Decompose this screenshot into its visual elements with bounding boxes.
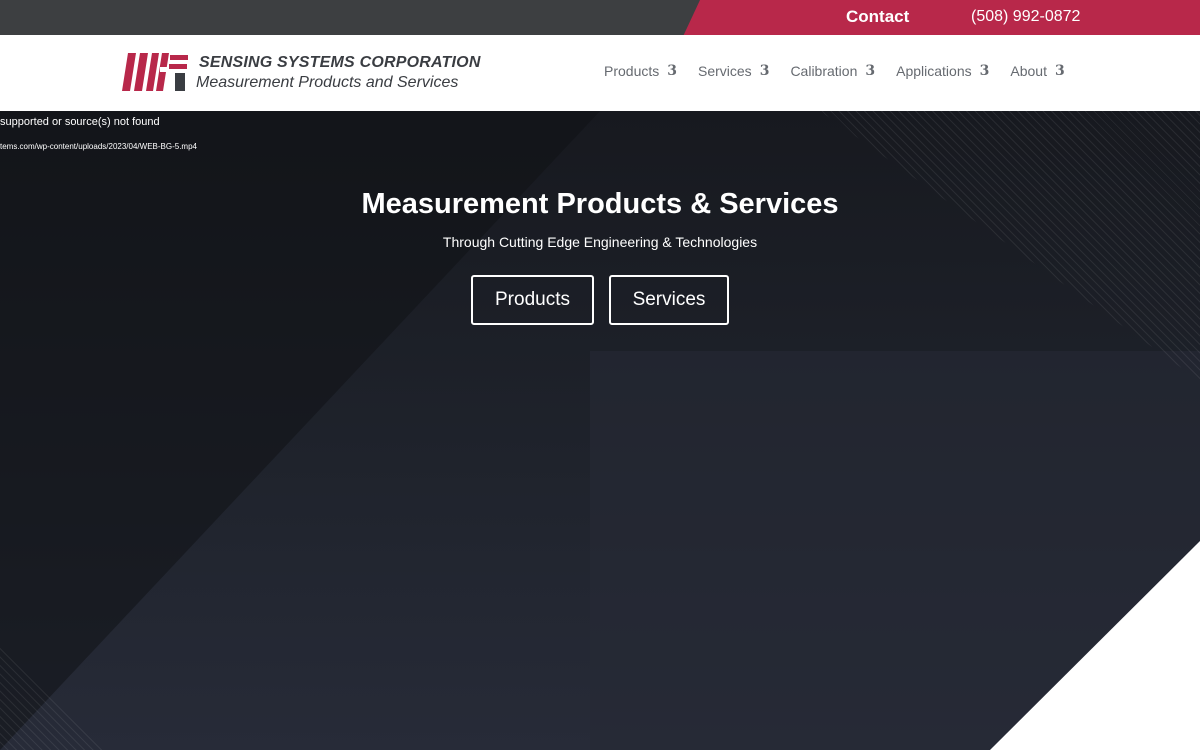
nav-label: About xyxy=(1010,63,1047,79)
top-bar: Contact (508) 992-0872 xyxy=(0,0,1200,35)
chevron-down-icon: 3 xyxy=(865,63,876,79)
chevron-down-icon: 3 xyxy=(667,63,677,79)
chevron-down-icon: 3 xyxy=(979,63,990,79)
main-nav: Products 3 Services 3 Calibration 3 Appl… xyxy=(604,63,1065,79)
hero-title: Measurement Products & Services xyxy=(361,188,839,220)
nav-item-calibration[interactable]: Calibration 3 xyxy=(790,63,875,79)
ssc-logo-icon[interactable] xyxy=(122,53,190,91)
nav-item-about[interactable]: About 3 xyxy=(1010,63,1064,79)
phone-link[interactable]: (508) 992-0872 xyxy=(971,8,1080,26)
brand-name[interactable]: SENSING SYSTEMS CORPORATION xyxy=(199,54,481,72)
topbar-accent xyxy=(683,0,1200,35)
nav-label: Calibration xyxy=(790,63,858,79)
contact-link[interactable]: Contact xyxy=(846,7,909,27)
nav-item-applications[interactable]: Applications 3 xyxy=(896,63,989,79)
video-error-text: supported or source(s) not found xyxy=(0,116,160,128)
nav-item-products[interactable]: Products 3 xyxy=(604,63,677,79)
services-button[interactable]: Services xyxy=(609,275,729,325)
chevron-down-icon: 3 xyxy=(759,63,770,79)
nav-item-services[interactable]: Services 3 xyxy=(698,63,769,79)
products-button[interactable]: Products xyxy=(471,275,594,325)
video-url-text: tems.com/wp-content/uploads/2023/04/WEB-… xyxy=(0,142,197,151)
site-header: SENSING SYSTEMS CORPORATION Measurement … xyxy=(0,35,1200,111)
nav-label: Applications xyxy=(896,63,972,79)
nav-label: Products xyxy=(604,63,660,79)
chevron-down-icon: 3 xyxy=(1054,63,1065,79)
brand-tagline: Measurement Products and Services xyxy=(196,74,459,91)
nav-label: Services xyxy=(698,63,752,79)
hero-section: supported or source(s) not found tems.co… xyxy=(0,111,1200,750)
hero-subtitle: Through Cutting Edge Engineering & Techn… xyxy=(442,234,758,250)
